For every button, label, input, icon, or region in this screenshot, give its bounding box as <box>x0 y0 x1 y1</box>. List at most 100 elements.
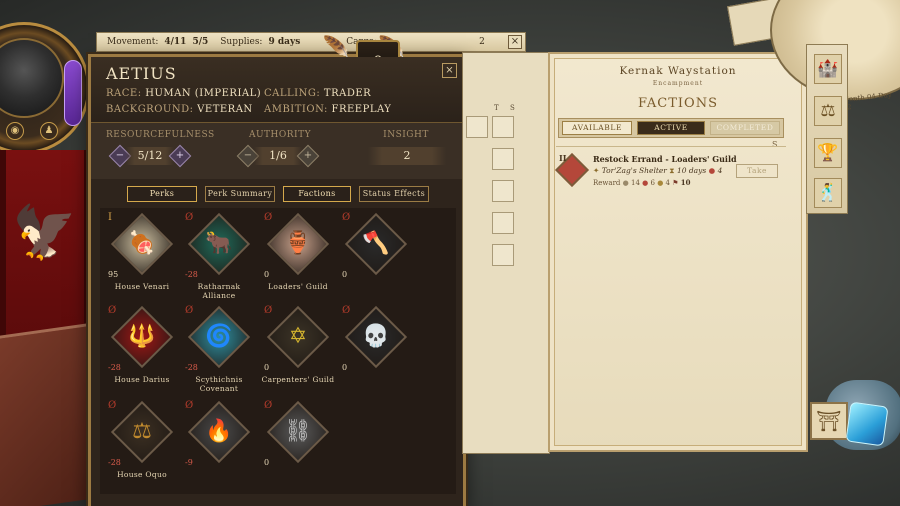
faction-glyph-icon: ⚖ <box>132 419 152 444</box>
faction-glyph-icon: 🏺 <box>284 231 312 256</box>
faction-emblem: 🏺 <box>266 212 330 276</box>
faction-glyph-icon: 🔥 <box>205 419 233 444</box>
faction-emblem: 💀 <box>344 305 408 369</box>
stat-authority-label: AUTHORITY <box>248 130 312 140</box>
portrait-status-pips <box>64 60 82 126</box>
reward-label: Reward <box>593 179 621 187</box>
calling-label: CALLING: <box>264 88 321 99</box>
faction-emblem: 🪓 <box>344 212 408 276</box>
faction-standing-icon: Ø <box>264 305 273 316</box>
character-name: AETIUS <box>106 64 177 83</box>
reward-coins: 14 <box>630 179 640 187</box>
faction-card[interactable]: Ø 💀 0 <box>338 305 414 393</box>
faction-standing-icon: Ø <box>342 212 351 223</box>
supplies-label: Supplies: <box>220 37 263 47</box>
tab-status-effects[interactable]: Status Effects <box>359 186 429 202</box>
faction-card[interactable]: Ø 🐂 -28 Ratharnak Alliance <box>181 212 257 300</box>
faction-card[interactable]: Ø 🔥 -9 <box>181 400 257 488</box>
faction-reputation-value: -28 <box>185 270 198 279</box>
faction-emblem: 🍖 <box>110 212 174 276</box>
faction-reputation-value: 0 <box>342 363 348 372</box>
faction-glyph-icon: 💀 <box>362 324 390 349</box>
take-quest-button[interactable]: Take <box>736 164 778 178</box>
tab-perks[interactable]: Perks <box>127 186 197 202</box>
movement-label: Movement: <box>107 37 159 47</box>
faction-reputation-value: -28 <box>185 363 198 372</box>
scales-icon[interactable]: ⚖ <box>814 96 842 126</box>
tab-available[interactable]: AVAILABLE <box>562 121 632 135</box>
gate-icon[interactable]: ⛩ <box>810 402 848 440</box>
tab-completed[interactable]: COMPLETED <box>710 121 780 135</box>
faction-card[interactable]: I 🍖 95 House Venari <box>104 212 180 300</box>
journal-book[interactable] <box>0 322 90 506</box>
tab-perk-summary[interactable]: Perk Summary <box>205 186 275 202</box>
calling-value: TRADER <box>323 88 372 99</box>
faction-reputation-value: 0 <box>264 363 270 372</box>
waystation-panel <box>548 52 808 452</box>
coin-icon[interactable]: ◉ <box>6 122 24 140</box>
faction-emblem: 🐂 <box>187 212 251 276</box>
movement-value: 4/11 <box>164 37 187 47</box>
background-label: BACKGROUND: <box>106 104 194 115</box>
race-value: HUMAN (IMPERIAL) <box>145 88 262 99</box>
supplies-value: 9 days <box>268 37 301 47</box>
stat-resourcefulness-label: RESOURCEFULNESS <box>106 130 215 140</box>
faction-card[interactable]: Ø ✡ 0 Carpenters' Guild <box>260 305 336 393</box>
dancer-icon[interactable]: 🕺 <box>814 178 842 208</box>
travel-status-bar: Movement: 4/11 5/5 Supplies: 9 days Carg… <box>96 32 526 52</box>
goblet-icon[interactable]: 🏆 <box>814 138 842 168</box>
tab-factions[interactable]: Factions <box>283 186 351 202</box>
reward-tokens: 6 <box>650 179 655 187</box>
faction-reputation-value: 0 <box>264 458 270 467</box>
faction-card[interactable]: Ø 🌀 -28 Scythichnis Covenant <box>181 305 257 393</box>
tab-active[interactable]: ACTIVE <box>637 121 705 135</box>
quest-destination: Tor'Zag's Shelter <box>601 166 667 175</box>
calling-info: CALLING: TRADER <box>264 88 371 99</box>
ambition-info: AMBITION: FREEPLAY <box>264 104 391 115</box>
faction-name: Scythichnis Covenant <box>195 375 243 393</box>
faction-reputation-value: -28 <box>108 458 121 467</box>
coin-icon: ● <box>622 179 629 187</box>
flag-icon: ⚑ <box>672 179 679 187</box>
quest-rewards: Reward ● 14 ● 6 ● 4 ⚑ 10 <box>593 178 691 187</box>
ledger-col-t: T <box>494 104 499 112</box>
divider <box>556 146 786 147</box>
faction-name: House Venari <box>114 282 170 291</box>
stat-insight-value: 2 <box>368 147 446 165</box>
ledger-cell <box>492 180 514 202</box>
faction-standing-icon: Ø <box>185 305 194 316</box>
faction-glyph-icon: 🐂 <box>205 231 233 256</box>
faction-standing-icon: Ø <box>108 305 117 316</box>
ledger-cell <box>492 148 514 170</box>
danger-icon: ● <box>708 166 716 175</box>
ambition-label: AMBITION: <box>264 104 328 115</box>
faction-card[interactable]: Ø ⚖ -28 House Oquo <box>104 400 180 488</box>
faction-glyph-icon: 🔱 <box>128 324 156 349</box>
crystal-gem-icon[interactable] <box>845 401 889 447</box>
faction-card[interactable]: Ø ⛓ 0 <box>260 400 336 488</box>
topbar-close-button[interactable]: × <box>508 35 522 49</box>
faction-reputation-value: 0 <box>264 270 270 279</box>
faction-card[interactable]: Ø 🏺 0 Loaders' Guild <box>260 212 336 300</box>
race-label: RACE: <box>106 88 142 99</box>
faction-card[interactable]: Ø 🪓 0 <box>338 212 414 300</box>
character-close-button[interactable]: × <box>442 63 457 78</box>
faction-standing-icon: I <box>108 212 112 223</box>
quest-duration: 10 days <box>676 166 707 175</box>
race-info: RACE: HUMAN (IMPERIAL) <box>106 88 261 99</box>
background-info: BACKGROUND: VETERAN <box>106 104 253 115</box>
quest-details: ✦ Tor'Zag's Shelter ⧗ 10 days ● 4 <box>593 166 722 176</box>
reward-reputation: 10 <box>680 178 691 187</box>
supply-icon: ● <box>657 179 664 187</box>
sort-label[interactable]: S <box>772 140 777 149</box>
faction-glyph-icon: 🌀 <box>205 324 233 349</box>
castle-icon[interactable]: 🏰 <box>814 54 842 84</box>
faction-name: House Oquo <box>117 470 167 479</box>
ledger-cell <box>492 212 514 234</box>
waystation-subtitle: Encampment <box>652 80 704 87</box>
figure-icon[interactable]: ♟ <box>40 122 58 140</box>
destination-icon: ✦ <box>593 166 600 175</box>
faction-standing-icon: Ø <box>185 212 194 223</box>
faction-card[interactable]: Ø 🔱 -28 House Darius <box>104 305 180 393</box>
faction-emblem: 🔥 <box>187 400 251 464</box>
